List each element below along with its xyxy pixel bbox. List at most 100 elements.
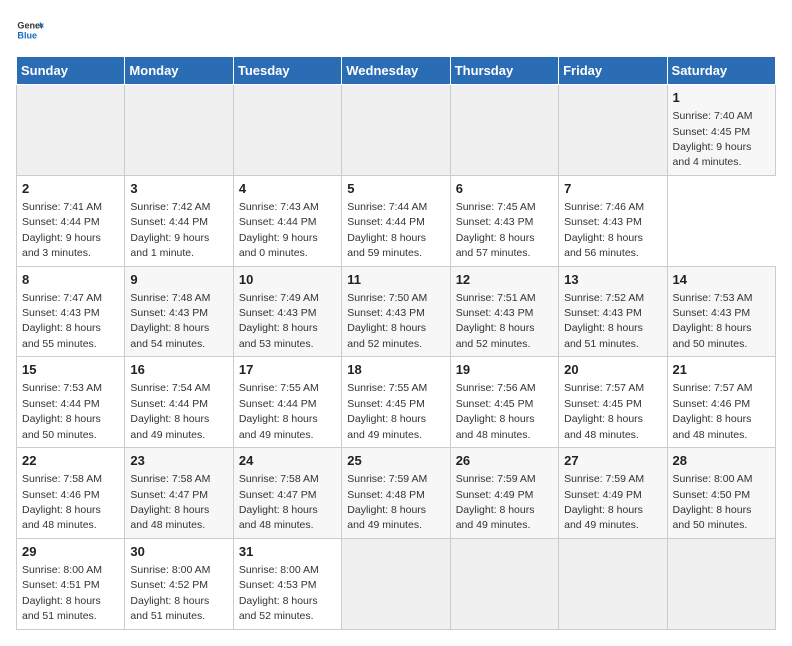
day-info: Sunrise: 7:55 AM Sunset: 4:44 PM Dayligh… xyxy=(239,382,319,440)
day-number: 30 xyxy=(130,543,227,561)
day-info: Sunrise: 7:55 AM Sunset: 4:45 PM Dayligh… xyxy=(347,382,427,440)
calendar-table: SundayMondayTuesdayWednesdayThursdayFrid… xyxy=(16,56,776,630)
day-number: 11 xyxy=(347,271,444,289)
calendar-cell: 14 Sunrise: 7:53 AM Sunset: 4:43 PM Dayl… xyxy=(667,266,775,357)
day-number: 12 xyxy=(456,271,553,289)
day-number: 15 xyxy=(22,361,119,379)
calendar-cell: 16 Sunrise: 7:54 AM Sunset: 4:44 PM Dayl… xyxy=(125,357,233,448)
day-of-week-header: Friday xyxy=(559,57,667,85)
calendar-cell: 2 Sunrise: 7:41 AM Sunset: 4:44 PM Dayli… xyxy=(17,175,125,266)
day-info: Sunrise: 7:51 AM Sunset: 4:43 PM Dayligh… xyxy=(456,292,536,350)
day-of-week-header: Saturday xyxy=(667,57,775,85)
day-number: 29 xyxy=(22,543,119,561)
day-number: 4 xyxy=(239,180,336,198)
day-info: Sunrise: 7:41 AM Sunset: 4:44 PM Dayligh… xyxy=(22,201,102,259)
day-number: 19 xyxy=(456,361,553,379)
day-number: 1 xyxy=(673,89,770,107)
day-number: 10 xyxy=(239,271,336,289)
day-info: Sunrise: 7:57 AM Sunset: 4:45 PM Dayligh… xyxy=(564,382,644,440)
day-info: Sunrise: 7:53 AM Sunset: 4:43 PM Dayligh… xyxy=(673,292,753,350)
day-info: Sunrise: 8:00 AM Sunset: 4:50 PM Dayligh… xyxy=(673,473,753,531)
day-number: 14 xyxy=(673,271,770,289)
calendar-cell: 13 Sunrise: 7:52 AM Sunset: 4:43 PM Dayl… xyxy=(559,266,667,357)
day-info: Sunrise: 7:50 AM Sunset: 4:43 PM Dayligh… xyxy=(347,292,427,350)
calendar-cell: 22 Sunrise: 7:58 AM Sunset: 4:46 PM Dayl… xyxy=(17,448,125,539)
day-number: 25 xyxy=(347,452,444,470)
day-number: 26 xyxy=(456,452,553,470)
calendar-cell xyxy=(559,85,667,176)
day-number: 31 xyxy=(239,543,336,561)
calendar-cell: 25 Sunrise: 7:59 AM Sunset: 4:48 PM Dayl… xyxy=(342,448,450,539)
calendar-cell: 23 Sunrise: 7:58 AM Sunset: 4:47 PM Dayl… xyxy=(125,448,233,539)
calendar-cell xyxy=(125,85,233,176)
calendar-cell: 17 Sunrise: 7:55 AM Sunset: 4:44 PM Dayl… xyxy=(233,357,341,448)
calendar-cell xyxy=(233,85,341,176)
day-number: 5 xyxy=(347,180,444,198)
day-info: Sunrise: 7:53 AM Sunset: 4:44 PM Dayligh… xyxy=(22,382,102,440)
calendar-cell xyxy=(450,85,558,176)
day-info: Sunrise: 8:00 AM Sunset: 4:52 PM Dayligh… xyxy=(130,564,210,622)
day-info: Sunrise: 7:59 AM Sunset: 4:48 PM Dayligh… xyxy=(347,473,427,531)
logo-icon: General Blue xyxy=(16,16,44,44)
calendar-cell: 10 Sunrise: 7:49 AM Sunset: 4:43 PM Dayl… xyxy=(233,266,341,357)
day-info: Sunrise: 7:59 AM Sunset: 4:49 PM Dayligh… xyxy=(564,473,644,531)
calendar-cell: 19 Sunrise: 7:56 AM Sunset: 4:45 PM Dayl… xyxy=(450,357,558,448)
calendar-cell: 18 Sunrise: 7:55 AM Sunset: 4:45 PM Dayl… xyxy=(342,357,450,448)
day-info: Sunrise: 7:42 AM Sunset: 4:44 PM Dayligh… xyxy=(130,201,210,259)
calendar-cell: 29 Sunrise: 8:00 AM Sunset: 4:51 PM Dayl… xyxy=(17,538,125,629)
day-info: Sunrise: 7:43 AM Sunset: 4:44 PM Dayligh… xyxy=(239,201,319,259)
day-info: Sunrise: 7:56 AM Sunset: 4:45 PM Dayligh… xyxy=(456,382,536,440)
calendar-cell: 4 Sunrise: 7:43 AM Sunset: 4:44 PM Dayli… xyxy=(233,175,341,266)
day-number: 24 xyxy=(239,452,336,470)
page-header: General Blue xyxy=(16,16,776,44)
calendar-cell xyxy=(667,538,775,629)
day-number: 3 xyxy=(130,180,227,198)
calendar-cell xyxy=(342,538,450,629)
calendar-cell: 3 Sunrise: 7:42 AM Sunset: 4:44 PM Dayli… xyxy=(125,175,233,266)
day-number: 2 xyxy=(22,180,119,198)
calendar-cell xyxy=(342,85,450,176)
day-number: 28 xyxy=(673,452,770,470)
day-number: 20 xyxy=(564,361,661,379)
day-of-week-header: Monday xyxy=(125,57,233,85)
day-info: Sunrise: 7:52 AM Sunset: 4:43 PM Dayligh… xyxy=(564,292,644,350)
day-number: 7 xyxy=(564,180,661,198)
day-number: 18 xyxy=(347,361,444,379)
day-info: Sunrise: 7:58 AM Sunset: 4:47 PM Dayligh… xyxy=(239,473,319,531)
calendar-cell xyxy=(17,85,125,176)
day-number: 9 xyxy=(130,271,227,289)
day-info: Sunrise: 7:40 AM Sunset: 4:45 PM Dayligh… xyxy=(673,110,753,168)
calendar-cell: 12 Sunrise: 7:51 AM Sunset: 4:43 PM Dayl… xyxy=(450,266,558,357)
day-info: Sunrise: 7:45 AM Sunset: 4:43 PM Dayligh… xyxy=(456,201,536,259)
calendar-cell: 6 Sunrise: 7:45 AM Sunset: 4:43 PM Dayli… xyxy=(450,175,558,266)
day-info: Sunrise: 8:00 AM Sunset: 4:53 PM Dayligh… xyxy=(239,564,319,622)
day-of-week-header: Thursday xyxy=(450,57,558,85)
day-of-week-header: Tuesday xyxy=(233,57,341,85)
calendar-cell: 8 Sunrise: 7:47 AM Sunset: 4:43 PM Dayli… xyxy=(17,266,125,357)
day-number: 17 xyxy=(239,361,336,379)
day-info: Sunrise: 7:57 AM Sunset: 4:46 PM Dayligh… xyxy=(673,382,753,440)
calendar-cell xyxy=(559,538,667,629)
day-info: Sunrise: 7:54 AM Sunset: 4:44 PM Dayligh… xyxy=(130,382,210,440)
calendar-cell: 24 Sunrise: 7:58 AM Sunset: 4:47 PM Dayl… xyxy=(233,448,341,539)
calendar-cell xyxy=(450,538,558,629)
day-info: Sunrise: 7:47 AM Sunset: 4:43 PM Dayligh… xyxy=(22,292,102,350)
day-number: 13 xyxy=(564,271,661,289)
calendar-cell: 7 Sunrise: 7:46 AM Sunset: 4:43 PM Dayli… xyxy=(559,175,667,266)
logo: General Blue xyxy=(16,16,44,44)
day-info: Sunrise: 7:49 AM Sunset: 4:43 PM Dayligh… xyxy=(239,292,319,350)
calendar-cell: 26 Sunrise: 7:59 AM Sunset: 4:49 PM Dayl… xyxy=(450,448,558,539)
calendar-cell: 1 Sunrise: 7:40 AM Sunset: 4:45 PM Dayli… xyxy=(667,85,775,176)
day-info: Sunrise: 7:48 AM Sunset: 4:43 PM Dayligh… xyxy=(130,292,210,350)
day-of-week-header: Sunday xyxy=(17,57,125,85)
day-info: Sunrise: 7:59 AM Sunset: 4:49 PM Dayligh… xyxy=(456,473,536,531)
day-number: 22 xyxy=(22,452,119,470)
calendar-cell: 9 Sunrise: 7:48 AM Sunset: 4:43 PM Dayli… xyxy=(125,266,233,357)
calendar-cell: 15 Sunrise: 7:53 AM Sunset: 4:44 PM Dayl… xyxy=(17,357,125,448)
day-number: 27 xyxy=(564,452,661,470)
calendar-cell: 30 Sunrise: 8:00 AM Sunset: 4:52 PM Dayl… xyxy=(125,538,233,629)
day-info: Sunrise: 7:58 AM Sunset: 4:46 PM Dayligh… xyxy=(22,473,102,531)
calendar-cell: 11 Sunrise: 7:50 AM Sunset: 4:43 PM Dayl… xyxy=(342,266,450,357)
day-info: Sunrise: 7:44 AM Sunset: 4:44 PM Dayligh… xyxy=(347,201,427,259)
day-info: Sunrise: 7:58 AM Sunset: 4:47 PM Dayligh… xyxy=(130,473,210,531)
